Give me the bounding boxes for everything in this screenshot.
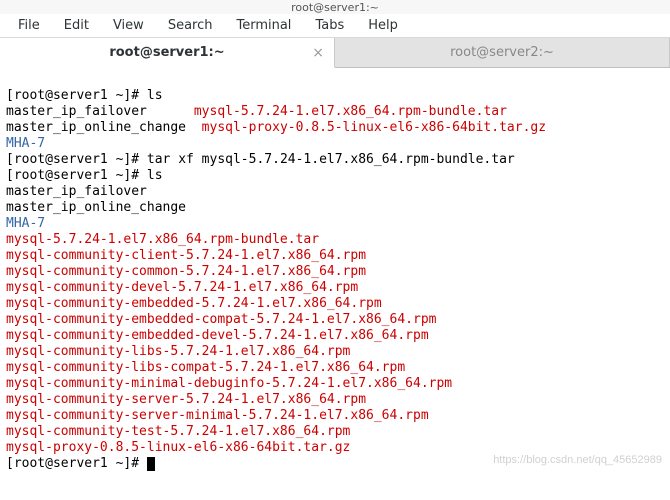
command: ls — [147, 88, 163, 103]
prompt: [root@server1 ~]# — [6, 152, 147, 167]
prompt: [root@server1 ~]# — [6, 88, 147, 103]
file-name: mysql-community-libs-compat-5.7.24-1.el7… — [6, 360, 405, 375]
file-name: mysql-community-embedded-5.7.24-1.el7.x8… — [6, 296, 382, 311]
menu-file[interactable]: File — [8, 15, 50, 36]
file-name: mysql-community-server-5.7.24-1.el7.x86_… — [6, 392, 366, 407]
window-title: root@server1:~ — [291, 1, 379, 14]
tab-server2[interactable]: root@server2:~ — [335, 38, 670, 67]
window-title-bar: root@server1:~ — [0, 0, 670, 14]
terminal-output[interactable]: [root@server1 ~]# ls master_ip_failover … — [0, 68, 670, 492]
file-name: mysql-5.7.24-1.el7.x86_64.rpm-bundle.tar — [6, 232, 319, 247]
tab-label: root@server2:~ — [450, 45, 554, 60]
file-name: mysql-community-test-5.7.24-1.el7.x86_64… — [6, 424, 350, 439]
dir-name: MHA-7 — [6, 136, 45, 151]
menu-help[interactable]: Help — [358, 15, 408, 36]
tab-label: root@server1:~ — [109, 45, 224, 60]
menu-tabs[interactable]: Tabs — [305, 15, 354, 36]
file-name: mysql-community-client-5.7.24-1.el7.x86_… — [6, 248, 366, 263]
cursor-icon — [147, 457, 155, 471]
dir-name: MHA-7 — [6, 216, 45, 231]
file-name: mysql-community-common-5.7.24-1.el7.x86_… — [6, 264, 366, 279]
file-name: mysql-proxy-0.8.5-linux-el6-x86-64bit.ta… — [202, 120, 546, 135]
tab-bar: root@server1:~ × root@server2:~ — [0, 38, 670, 68]
file-name: mysql-community-embedded-compat-5.7.24-1… — [6, 312, 436, 327]
file-name: master_ip_online_change — [6, 120, 186, 135]
menu-search[interactable]: Search — [158, 15, 223, 36]
file-name: master_ip_failover — [6, 104, 147, 119]
command: ls — [147, 168, 163, 183]
file-name: mysql-community-libs-5.7.24-1.el7.x86_64… — [6, 344, 350, 359]
menu-bar: File Edit View Search Terminal Tabs Help — [0, 14, 670, 38]
menu-terminal[interactable]: Terminal — [226, 15, 301, 36]
tab-server1[interactable]: root@server1:~ × — [0, 38, 335, 68]
file-name: mysql-community-minimal-debuginfo-5.7.24… — [6, 376, 452, 391]
command: tar xf mysql-5.7.24-1.el7.x86_64.rpm-bun… — [147, 152, 515, 167]
file-name: mysql-5.7.24-1.el7.x86_64.rpm-bundle.tar — [194, 104, 507, 119]
menu-view[interactable]: View — [103, 15, 154, 36]
prompt: [root@server1 ~]# — [6, 456, 147, 471]
file-name: mysql-community-devel-5.7.24-1.el7.x86_6… — [6, 280, 358, 295]
file-name: mysql-community-embedded-devel-5.7.24-1.… — [6, 328, 429, 343]
file-name: mysql-proxy-0.8.5-linux-el6-x86-64bit.ta… — [6, 440, 350, 455]
menu-edit[interactable]: Edit — [54, 15, 99, 36]
file-name: master_ip_online_change — [6, 200, 186, 215]
prompt: [root@server1 ~]# — [6, 168, 147, 183]
watermark: https://blog.csdn.net/qq_45652989 — [493, 452, 662, 468]
close-icon[interactable]: × — [312, 45, 324, 61]
file-name: mysql-community-server-minimal-5.7.24-1.… — [6, 408, 429, 423]
file-name: master_ip_failover — [6, 184, 147, 199]
